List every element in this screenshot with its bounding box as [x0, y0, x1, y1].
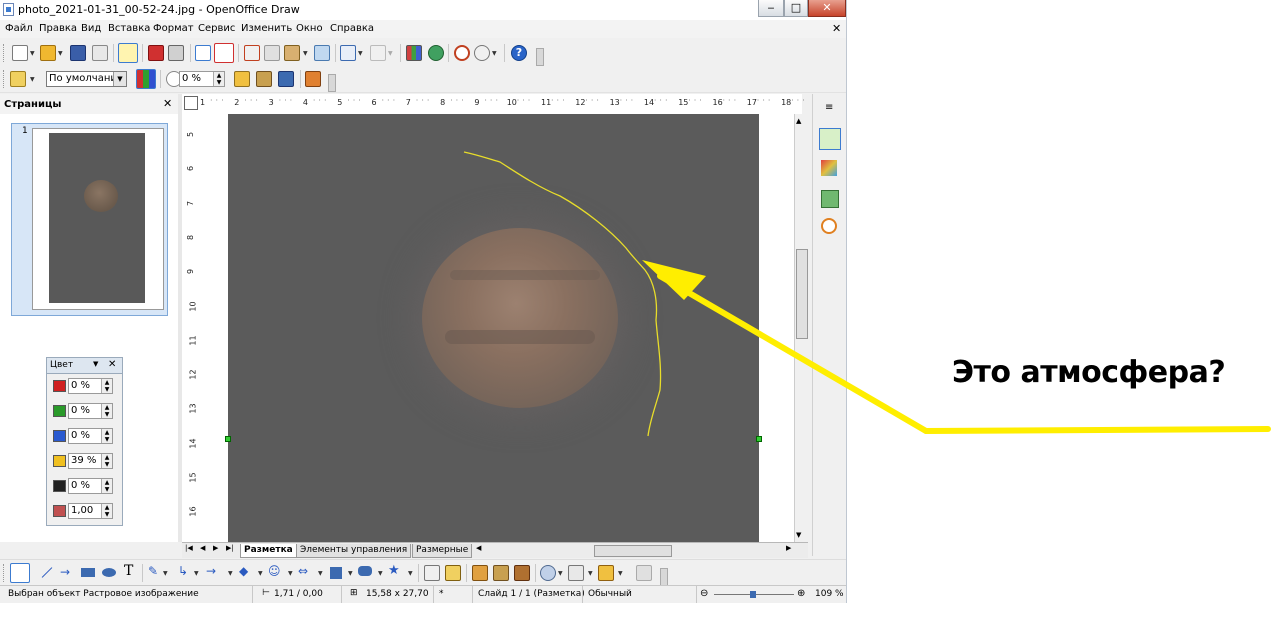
- annotation-overlay: [463, 151, 1271, 437]
- annotation-text: Это атмосфера?: [952, 355, 1226, 390]
- annotation-arrow-shaft: [657, 273, 929, 434]
- annotation-arrow-base: [923, 426, 1271, 434]
- atmosphere-outline: [463, 151, 662, 437]
